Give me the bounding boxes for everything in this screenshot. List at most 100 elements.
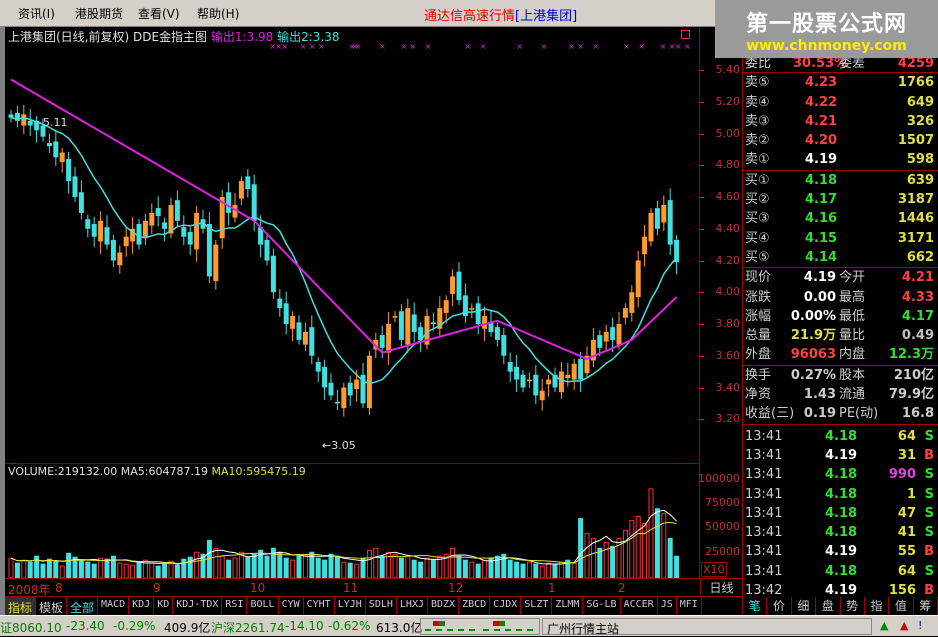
volume-bar [411, 559, 417, 579]
tab-boll[interactable]: BOLL [247, 597, 279, 615]
tab-zbcd[interactable]: ZBCD [459, 597, 491, 615]
menu-news[interactable]: 资讯(I) [18, 5, 55, 22]
volume-bar [654, 508, 660, 579]
tab-cyht[interactable]: CYHT [304, 597, 335, 615]
stat-row-cell: 4.17 [901, 308, 934, 324]
tab-slzt[interactable]: SLZT [521, 597, 553, 615]
tab-模板[interactable]: 模板 [36, 597, 68, 615]
volume-bar [571, 562, 577, 579]
candle-body [642, 236, 648, 255]
menu-view[interactable]: 查看(V) [138, 5, 180, 22]
volume-bar [424, 557, 430, 579]
tab-js[interactable]: JS [658, 597, 677, 615]
tab-zlmm[interactable]: ZLMM [552, 597, 584, 615]
tick-row-cell: 1 [906, 486, 916, 502]
info-icon[interactable]: ! [918, 619, 922, 632]
right-tab[interactable]: 价 [767, 597, 792, 615]
stat-row-cell: 0.00 [803, 289, 836, 305]
tick-row: 13:41 4.18 990 S [743, 465, 938, 484]
price-stats: 现价 4.19 今开 4.21 涨跌 0.00 最高 4.33 涨幅 0.00% 最低 4.17 总量 2… [743, 268, 938, 366]
sell-level-cell: 卖⑤ [745, 75, 770, 91]
candle-body [405, 308, 411, 345]
index1-amount: 409.9亿 [164, 621, 211, 635]
stat-row-cell: 收益(三) [745, 406, 795, 422]
volume-value: VOLUME:219132.00 [8, 465, 118, 478]
tick-row-cell: B [924, 447, 934, 463]
candle-body [603, 331, 609, 342]
volume-bar [578, 518, 584, 579]
tab-mfi[interactable]: MFI [677, 597, 702, 615]
candle-body [622, 308, 628, 318]
candle-body [661, 204, 667, 223]
volume-bar [398, 557, 404, 579]
buy-level-cell: 4.16 [805, 211, 838, 227]
volume-bar [98, 557, 104, 579]
period-button[interactable]: 日线 [700, 579, 742, 596]
window-toggle-icon[interactable] [681, 30, 690, 39]
volume-bar [283, 557, 289, 579]
axis-tick-mark [700, 165, 704, 167]
tab-sg-lb[interactable]: SG-LB [583, 597, 621, 615]
tab-全部[interactable]: 全部 [67, 597, 99, 615]
tick-row-cell: S [924, 563, 934, 579]
tick-row-cell: 4.18 [825, 486, 858, 502]
right-tab[interactable]: 笔 [743, 597, 768, 615]
tick-row-cell: 31 [897, 447, 916, 463]
tab-lyjh[interactable]: LYJH [335, 597, 366, 615]
buy-level-cell: 3187 [897, 192, 934, 208]
tab-rsi[interactable]: RSI [222, 597, 248, 615]
right-tab[interactable]: 盘 [816, 597, 841, 615]
volume-bar [450, 547, 456, 579]
volume-bar [226, 559, 232, 579]
tab-macd[interactable]: MACD [98, 597, 130, 615]
tick-row-cell: 13:41 [745, 467, 783, 483]
date-axis: 2008年 8 9 10 11 12 1 2 日线 [5, 578, 742, 597]
tab-cjdx[interactable]: CJDX [490, 597, 522, 615]
alert-icon[interactable]: ▲ [900, 619, 908, 632]
tick-row: 13:41 4.18 1 S [743, 485, 938, 504]
tab-accer[interactable]: ACCER [621, 597, 658, 615]
volume-bar [603, 541, 609, 579]
volume-bar [149, 562, 155, 579]
right-tab[interactable]: 细 [792, 597, 817, 615]
right-tab[interactable]: 势 [841, 597, 865, 615]
stat-row-cell: 内盘 [839, 347, 866, 363]
volume-header: VOLUME:219132.00 MA5:604787.19 MA10:5954… [8, 465, 306, 478]
right-tab[interactable]: 指 [865, 597, 890, 615]
tab-指标[interactable]: 指标 [5, 597, 37, 615]
tab-bdzx[interactable]: BDZX [428, 597, 460, 615]
menu-hk-futures[interactable]: 港股期货 [75, 5, 123, 22]
date-label: 10 [250, 581, 266, 595]
price-chart[interactable]: × × × × × × × × × × × × × × × × × × × × × × × × × × 上港集团(日线,前复权) … [5, 27, 700, 463]
candle-body [354, 379, 360, 390]
price-tick: 3.60 [715, 348, 741, 362]
buy-level-cell: 639 [906, 172, 934, 188]
app-title: 通达信高速行情[上港集团] [424, 5, 577, 24]
volume-bar [347, 562, 353, 579]
volume-bar [213, 547, 219, 579]
server-info[interactable]: 广州行情主站 [542, 618, 872, 636]
tab-kd[interactable]: KD [154, 597, 174, 615]
tick-list[interactable]: 13:41 4.18 64 S 13:41 4.19 31 B 13:41 4.18 990 S 13:… [743, 425, 938, 601]
candle-body [85, 219, 91, 229]
signal-mark: × [577, 42, 584, 51]
price-tick: 5.20 [715, 94, 741, 108]
volume-bar [392, 553, 398, 579]
stat-row-cell: 涨幅 [745, 308, 772, 324]
tab-sdlh[interactable]: SDLH [366, 597, 397, 615]
tick-row-cell: 4.18 [825, 467, 858, 483]
menu-help[interactable]: 帮助(H) [197, 5, 239, 22]
volume-chart[interactable]: VOLUME:219132.00 MA5:604787.19 MA10:5954… [5, 463, 700, 579]
volume-bar [59, 565, 65, 579]
tab-kdj[interactable]: KDJ [129, 597, 155, 615]
candle-body [309, 327, 315, 356]
tab-lhxj[interactable]: LHXJ [397, 597, 428, 615]
dde-line [10, 78, 678, 361]
right-tab[interactable]: 值 [889, 597, 914, 615]
volume-bar [526, 561, 532, 579]
volume-tick: 75000 [705, 496, 740, 509]
tab-cyw[interactable]: CYW [279, 597, 304, 615]
tab-kdj-tdx[interactable]: KDJ-TDX [173, 597, 223, 615]
candle-body [386, 324, 392, 353]
right-tab[interactable]: 筹 [914, 597, 938, 615]
